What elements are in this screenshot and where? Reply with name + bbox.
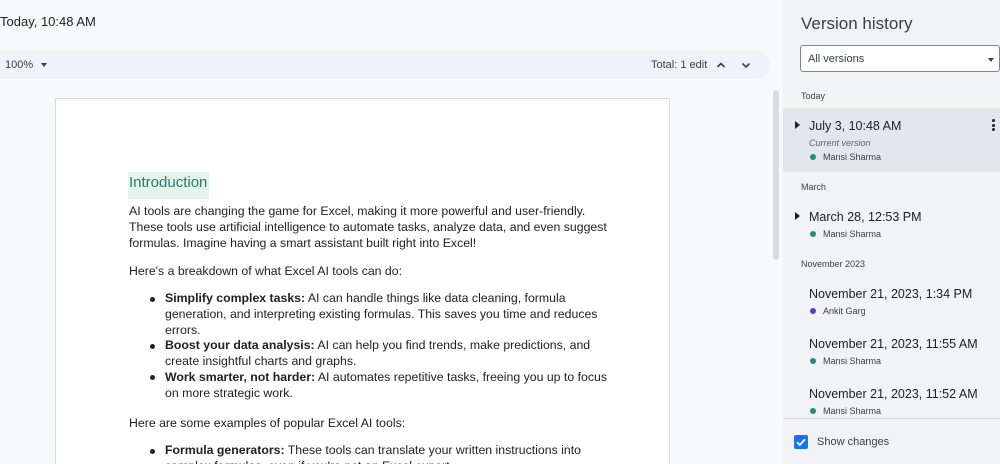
version-filter-value: All versions xyxy=(808,53,865,65)
version-item[interactable]: November 21, 2023, 11:52 AM Mansi Sharma xyxy=(783,380,1000,418)
checkbox-checked-icon[interactable] xyxy=(794,435,808,449)
author-color-dot xyxy=(810,308,816,314)
version-item[interactable]: July 3, 10:48 AM Current version Mansi S… xyxy=(783,108,1000,172)
version-history-panel: Version history All versions Today July … xyxy=(783,0,1000,464)
panel-title: Version history xyxy=(801,14,913,33)
section-heading: Introduction xyxy=(128,172,210,199)
version-author: Ankit Garg xyxy=(823,306,866,316)
list-item-bold: Boost your data analysis: xyxy=(165,338,315,353)
version-date: March 28, 12:53 PM xyxy=(809,210,922,224)
list-item: Boost your data analysis: AI can help yo… xyxy=(148,338,618,370)
examples-paragraph: Here are some examples of popular Excel … xyxy=(129,416,406,430)
list-item-bold: Simplify complex tasks: xyxy=(165,291,306,305)
show-changes-label[interactable]: Show changes xyxy=(817,436,889,448)
dropdown-caret-icon xyxy=(988,58,994,62)
document-scrollbar[interactable] xyxy=(773,90,779,260)
expand-arrow-icon[interactable] xyxy=(795,212,800,220)
examples-list: Formula generators: These tools can tran… xyxy=(148,443,618,464)
list-item: Formula generators: These tools can tran… xyxy=(148,443,618,464)
expand-arrow-icon[interactable] xyxy=(795,121,800,129)
list-item: Work smarter, not harder: AI automates r… xyxy=(148,370,618,402)
version-date: July 3, 10:48 AM xyxy=(809,119,902,133)
document-title: Today, 10:48 AM xyxy=(0,14,96,29)
previous-edit-chevron-up-icon[interactable] xyxy=(714,58,728,72)
list-item: Simplify complex tasks: AI can handle th… xyxy=(148,291,618,338)
document-page: Introduction AI tools are changing the g… xyxy=(55,98,670,464)
version-item[interactable]: November 21, 2023, 1:34 PM Ankit Garg xyxy=(783,280,1000,326)
group-label-nov-2023: November 2023 xyxy=(801,259,866,269)
zoom-select-label[interactable]: 100% xyxy=(5,59,33,71)
version-author: Mansi Sharma xyxy=(823,229,882,239)
version-author: Mansi Sharma xyxy=(823,152,882,162)
group-label-today: Today xyxy=(801,91,826,101)
total-edits-label: Total: 1 edit xyxy=(651,59,708,71)
zoom-dropdown-caret-icon[interactable] xyxy=(41,63,47,67)
author-color-dot xyxy=(810,408,816,414)
panel-footer: Show changes xyxy=(783,418,1000,464)
version-author: Mansi Sharma xyxy=(823,406,882,416)
version-item[interactable]: March 28, 12:53 PM Mansi Sharma xyxy=(783,200,1000,250)
list-item-bold: Work smarter, not harder: xyxy=(165,369,316,384)
author-color-dot xyxy=(810,358,816,364)
version-date: November 21, 2023, 1:34 PM xyxy=(809,287,973,301)
author-color-dot xyxy=(810,154,816,160)
current-version-label: Current version xyxy=(809,138,871,148)
version-filter-select[interactable]: All versions xyxy=(800,45,1000,72)
version-date: November 21, 2023, 11:52 AM xyxy=(809,387,978,401)
list-item-bold: Formula generators: xyxy=(165,443,285,457)
version-item[interactable]: November 21, 2023, 11:55 AM Mansi Sharma xyxy=(783,330,1000,376)
next-edit-chevron-down-icon[interactable] xyxy=(739,58,753,72)
author-color-dot xyxy=(810,231,816,237)
more-vert-icon[interactable] xyxy=(989,119,997,133)
version-toolbar: 100% Total: 1 edit xyxy=(0,51,770,79)
version-author: Mansi Sharma xyxy=(823,356,882,366)
breakdown-paragraph: Here's a breakdown of what Excel AI tool… xyxy=(129,264,403,278)
intro-paragraph: AI tools are changing the game for Excel… xyxy=(129,204,607,250)
version-date: November 21, 2023, 11:55 AM xyxy=(809,337,978,351)
capabilities-list: Simplify complex tasks: AI can handle th… xyxy=(148,291,618,402)
group-label-march: March xyxy=(801,182,827,192)
